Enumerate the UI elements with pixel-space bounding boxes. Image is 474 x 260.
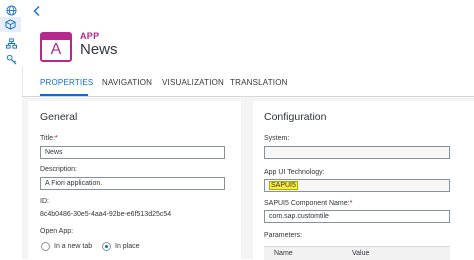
- component-name-input[interactable]: com.sap.customtile: [264, 210, 450, 223]
- radio-in-place[interactable]: [102, 242, 111, 251]
- component-name-label: SAPUI5 Component Name:*: [264, 200, 353, 207]
- description-input[interactable]: A Fiori application.: [40, 177, 225, 190]
- ui-technology-input[interactable]: SAPUI5: [264, 179, 450, 192]
- ui-technology-value: SAPUI5: [269, 181, 298, 190]
- radio-new-tab[interactable]: [41, 242, 50, 251]
- app-tile-icon: A: [40, 32, 72, 62]
- radio-new-tab-label: In a new tab: [54, 243, 93, 250]
- key-icon[interactable]: [4, 52, 18, 66]
- description-label: Description:: [40, 166, 77, 173]
- tab-translation[interactable]: TRANSLATION: [230, 78, 288, 87]
- tab-navigation[interactable]: NAVIGATION: [102, 78, 152, 87]
- title-input[interactable]: News: [40, 146, 225, 159]
- id-label: ID:: [40, 198, 49, 205]
- globe-icon[interactable]: [4, 3, 18, 17]
- system-label: System:: [264, 135, 290, 142]
- general-section-title: General: [40, 111, 78, 123]
- radio-in-place-label: In place: [115, 243, 140, 250]
- open-app-label: Open App:: [40, 228, 74, 235]
- parameters-table-header: Name Value: [264, 246, 450, 260]
- tab-bar: PROPERTIES NAVIGATION VISUALIZATION TRAN…: [22, 66, 474, 97]
- ui-technology-label: App UI Technology:: [264, 169, 325, 176]
- parameters-label: Parameters:: [264, 232, 303, 239]
- system-input[interactable]: [264, 146, 450, 159]
- back-arrow-icon[interactable]: [31, 4, 43, 16]
- active-tab-indicator: [40, 94, 88, 96]
- column-header-value: Value: [352, 250, 370, 257]
- app-type-label: APP: [80, 31, 100, 41]
- hierarchy-icon[interactable]: [4, 36, 18, 50]
- title-label: Title:*: [40, 135, 58, 142]
- configuration-section-title: Configuration: [264, 111, 327, 123]
- id-value: 8c4b0486-30e5-4aa4-92be-e6f513d25c54: [40, 211, 172, 218]
- column-header-name: Name: [274, 250, 293, 257]
- side-navigation-rail: [0, 0, 23, 259]
- page-title: News: [80, 41, 118, 58]
- tab-properties[interactable]: PROPERTIES: [40, 78, 93, 87]
- tab-visualization[interactable]: VISUALIZATION: [162, 78, 224, 87]
- app-tile-letter: A: [50, 41, 62, 58]
- cube-icon[interactable]: [0, 17, 21, 32]
